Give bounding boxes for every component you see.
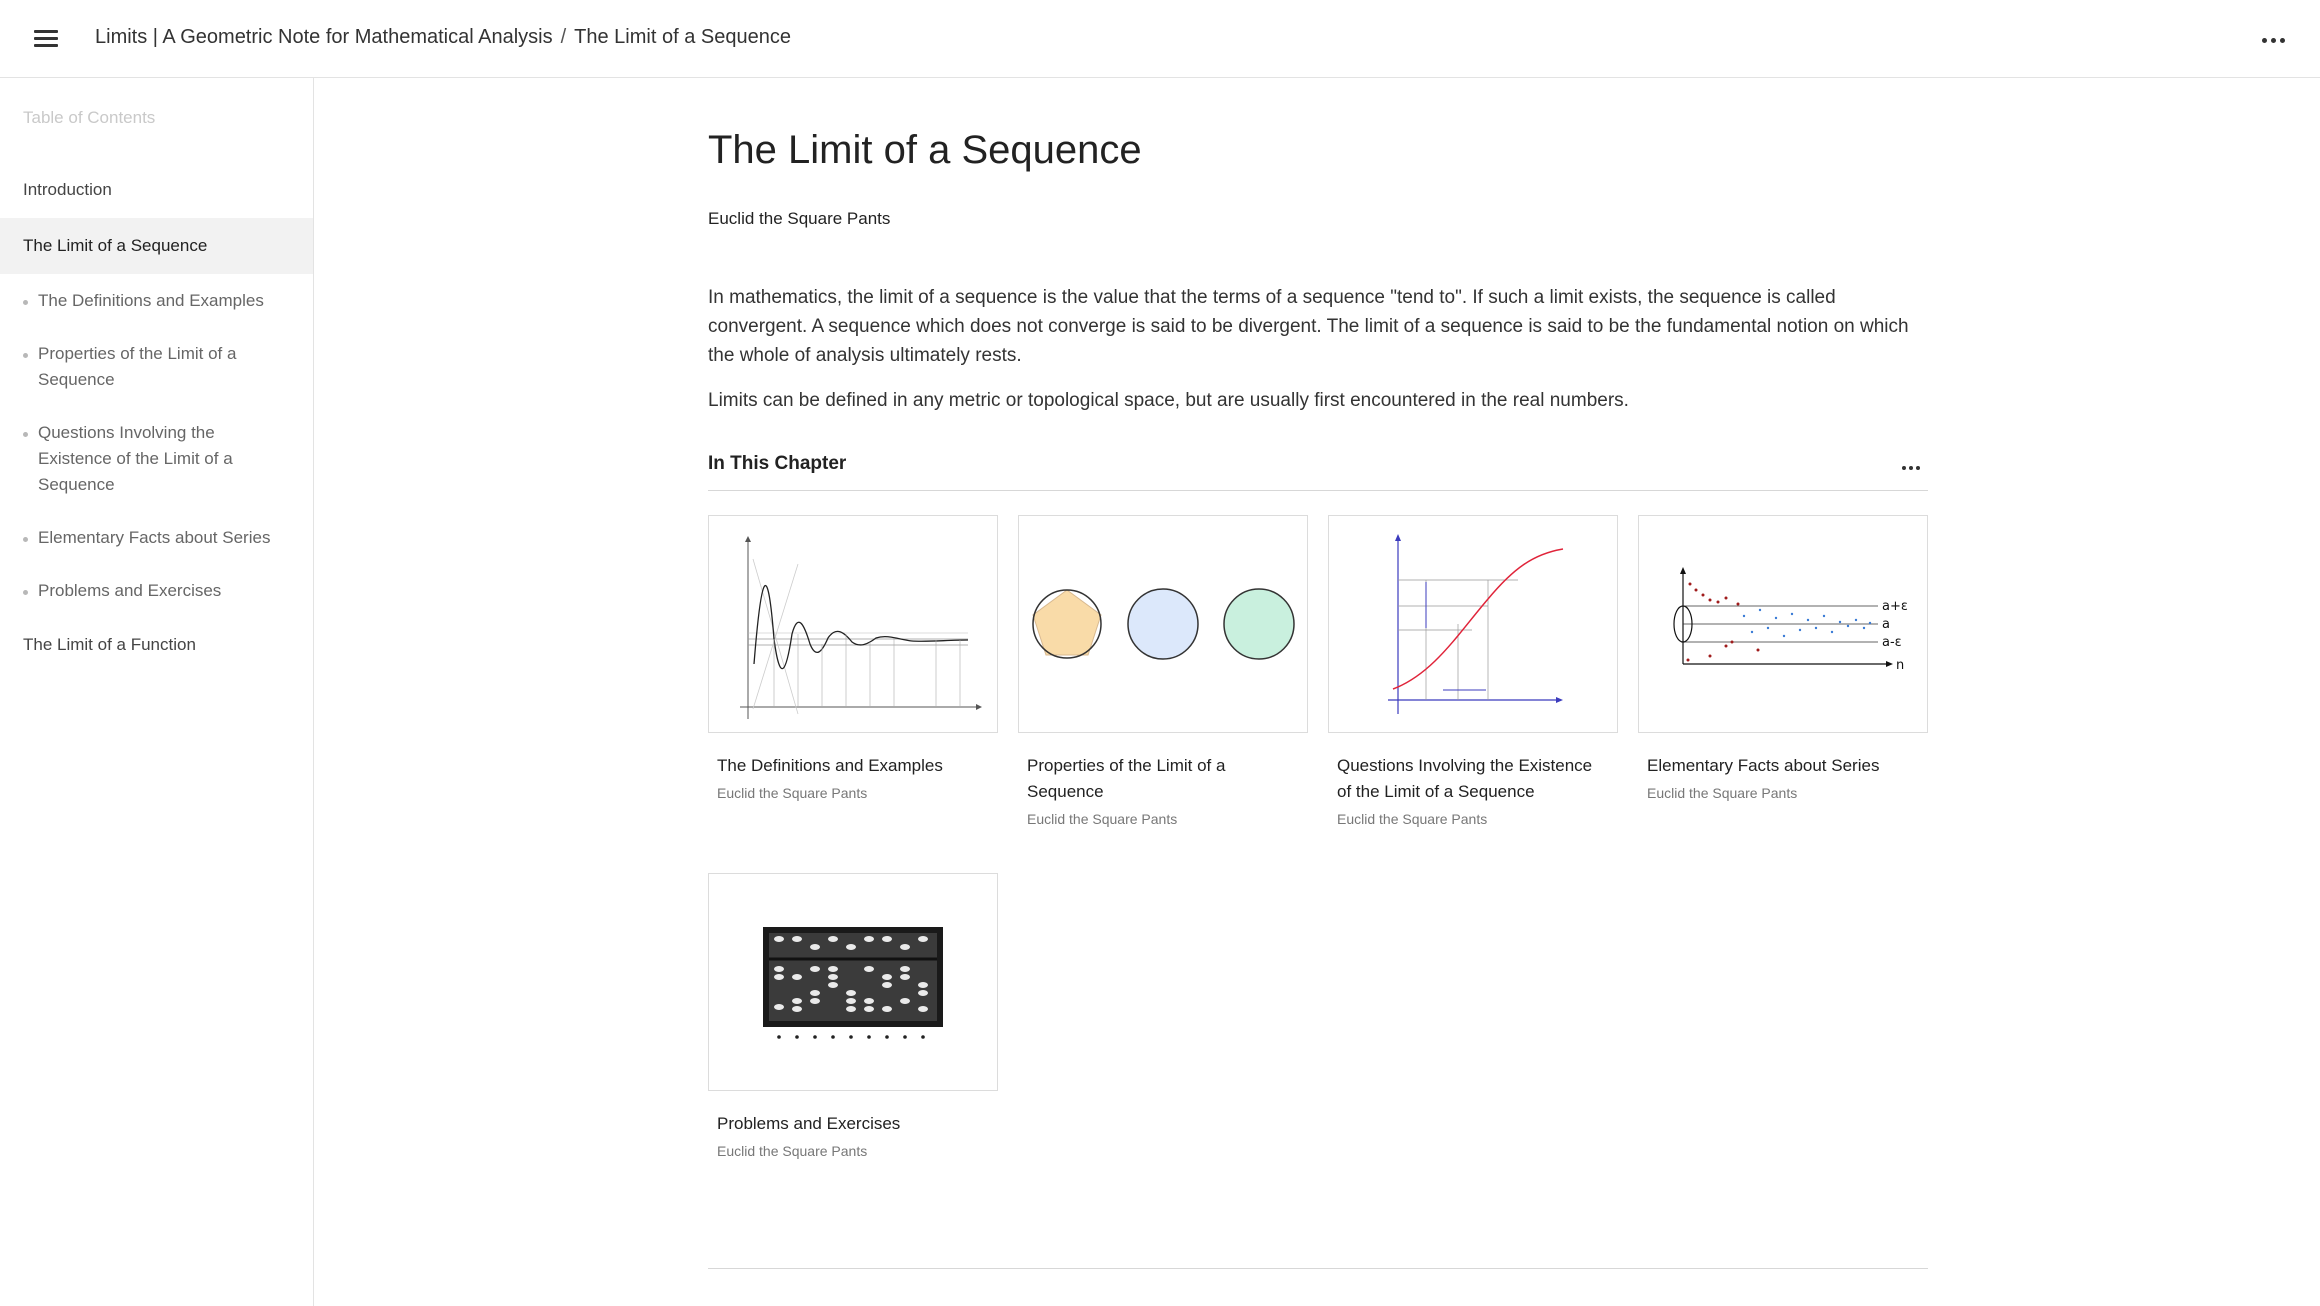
band-lower-label: a-ε: [1882, 635, 1902, 650]
chapter-card-properties[interactable]: Properties of the Limit of a Sequence Eu…: [1018, 515, 1308, 827]
card-title: Questions Involving the Existence of the…: [1337, 756, 1593, 801]
page-author: Euclid the Square Pants: [708, 209, 891, 228]
card-title: Properties of the Limit of a Sequence: [1027, 756, 1226, 801]
toc-item-questions-existence[interactable]: Questions Involving the Existence of the…: [0, 406, 313, 511]
toc-item-problems-exercises[interactable]: Problems and Exercises: [0, 564, 313, 617]
toc-list: Introduction The Limit of a Sequence The…: [0, 162, 313, 673]
band-upper-label: a+ε: [1882, 599, 1908, 614]
card-title: Problems and Exercises: [717, 1114, 901, 1133]
toc-item-properties[interactable]: Properties of the Limit of a Sequence: [0, 327, 313, 406]
chapter-card-questions-existence[interactable]: Questions Involving the Existence of the…: [1328, 515, 1618, 827]
damped-oscillation-graph-icon: [708, 515, 998, 733]
card-author: Euclid the Square Pants: [717, 1143, 868, 1159]
card-author: Euclid the Square Pants: [1647, 785, 1798, 801]
breadcrumb: Limits | A Geometric Note for Mathematic…: [95, 26, 791, 49]
card-title: Elementary Facts about Series: [1647, 756, 1880, 775]
breadcrumb-book-link[interactable]: Limits | A Geometric Note for Mathematic…: [95, 26, 553, 48]
chapter-section-header: In This Chapter: [708, 453, 1928, 491]
card-title: The Definitions and Examples: [717, 756, 943, 775]
card-author: Euclid the Square Pants: [1027, 811, 1178, 827]
top-bar: Limits | A Geometric Note for Mathematic…: [0, 0, 2320, 78]
chapter-card-definitions[interactable]: The Definitions and Examples Euclid the …: [708, 515, 998, 801]
chapter-heading: In This Chapter: [708, 453, 847, 474]
intro-paragraph: In mathematics, the limit of a sequence …: [708, 287, 1909, 366]
card-author: Euclid the Square Pants: [717, 785, 868, 801]
breadcrumb-separator: /: [560, 26, 567, 48]
polygons-circles-icon: [1018, 515, 1308, 733]
breadcrumb-current-page: The Limit of a Sequence: [574, 26, 791, 48]
toc-item-elementary-facts-series[interactable]: Elementary Facts about Series: [0, 511, 313, 564]
toc-item-limit-of-function[interactable]: The Limit of a Function: [0, 617, 313, 673]
page-title: The Limit of a Sequence: [708, 128, 1142, 172]
toc-heading: Table of Contents: [23, 108, 156, 127]
sequence-convergence-band-icon: a+ε a a-ε n: [1638, 515, 1928, 733]
content-divider: [708, 1268, 1928, 1269]
more-options-icon[interactable]: [2260, 30, 2296, 48]
epsilon-delta-graph-icon: [1328, 515, 1618, 733]
chapter-card-problems[interactable]: Problems and Exercises Euclid the Square…: [708, 873, 998, 1159]
hamburger-menu-icon[interactable]: [32, 26, 62, 52]
toc-item-limit-of-sequence[interactable]: The Limit of a Sequence: [0, 218, 313, 274]
chapter-more-options-icon[interactable]: [1900, 457, 1928, 471]
abacus-icon: [708, 873, 998, 1091]
band-axis-label: n: [1896, 658, 1904, 673]
card-author: Euclid the Square Pants: [1337, 811, 1488, 827]
chapter-card-elementary-facts[interactable]: a+ε a a-ε n Elementary Facts about Serie…: [1638, 515, 1928, 801]
table-of-contents-sidebar: Table of Contents Introduction The Limit…: [0, 78, 314, 1306]
intro-paragraph-2: Limits can be defined in any metric or t…: [708, 390, 1629, 411]
toc-item-introduction[interactable]: Introduction: [0, 162, 313, 218]
band-mid-label: a: [1882, 617, 1890, 632]
toc-item-definitions-examples[interactable]: The Definitions and Examples: [0, 274, 313, 327]
